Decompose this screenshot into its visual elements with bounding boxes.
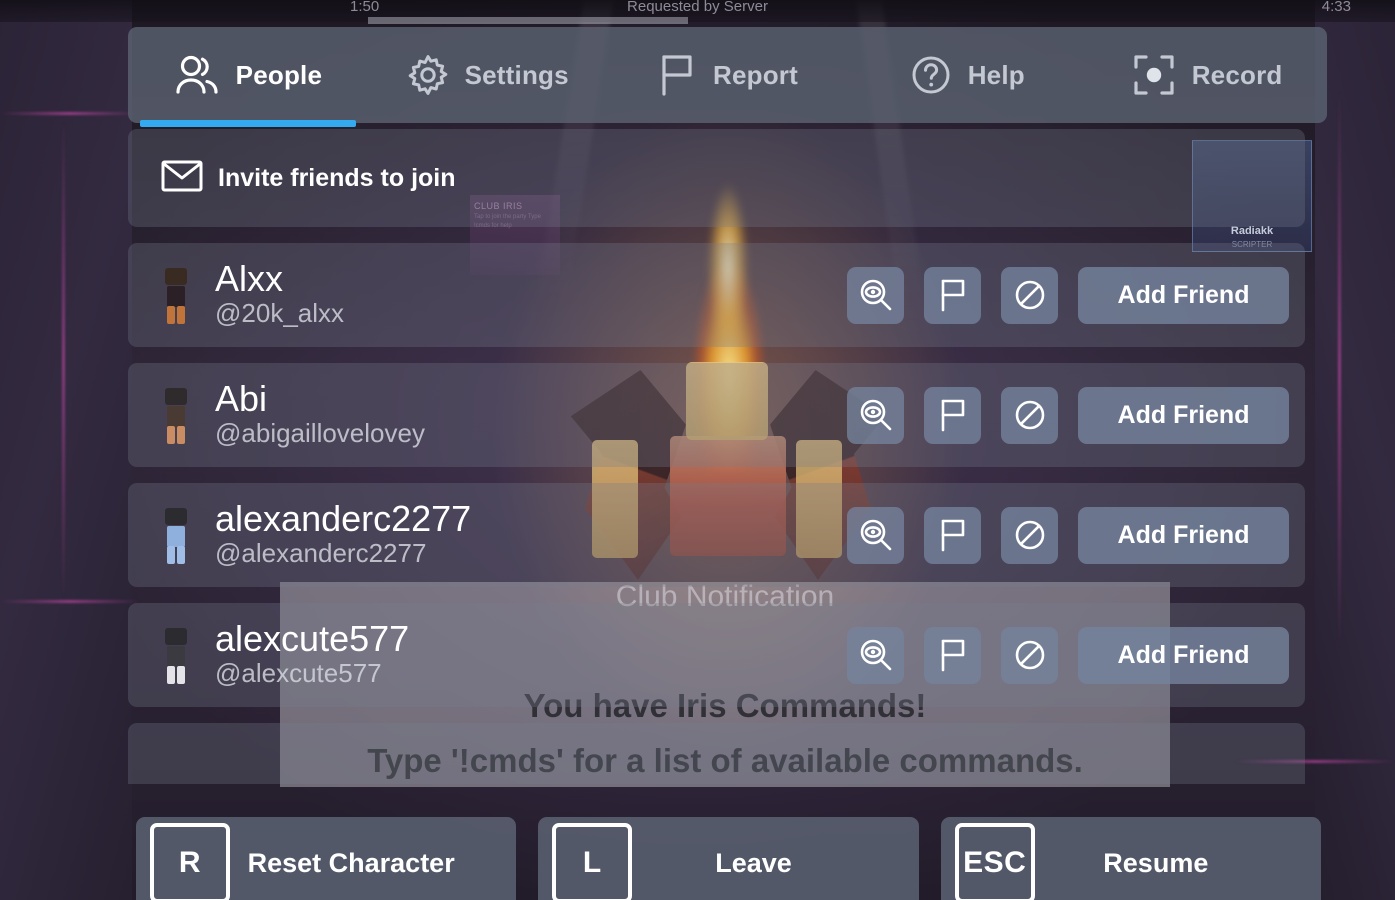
tab-report[interactable]: Report <box>608 27 848 123</box>
block-player-button[interactable] <box>1001 626 1058 684</box>
add-friend-button[interactable]: Add Friend <box>1078 266 1289 324</box>
report-player-button[interactable] <box>924 506 981 564</box>
tab-help[interactable]: Help <box>847 27 1087 123</box>
people-icon <box>174 54 220 96</box>
player-username: @20k_alxx <box>215 297 345 328</box>
player-names: Abi @abigaillovelovey <box>215 377 847 450</box>
avatar <box>156 504 196 566</box>
player-display-name: Abi <box>215 377 268 419</box>
hud-time-total: 4:33 <box>1321 0 1351 15</box>
add-friend-button[interactable]: Add Friend <box>1078 506 1289 564</box>
tab-label: Report <box>713 59 798 90</box>
gear-icon <box>407 54 449 96</box>
game-screen: CLUB IRIS Tap to join the party Type !cm… <box>0 0 1395 900</box>
report-player-button[interactable] <box>924 386 981 444</box>
menu-bottom-bar: R Reset Character L Leave ESC Resume <box>136 817 1321 900</box>
player-names: Alxx @20k_alxx <box>215 257 847 330</box>
block-player-button[interactable] <box>1001 386 1058 444</box>
reset-character-label: Reset Character <box>247 847 455 878</box>
report-player-button[interactable] <box>924 626 981 684</box>
player-names: alexcute577 @alexcute577 <box>215 617 847 690</box>
avatar <box>156 264 196 326</box>
add-friend-label: Add Friend <box>1117 520 1250 549</box>
key-label: R <box>178 846 202 879</box>
invite-friends-label: Invite friends to join <box>218 163 456 192</box>
tab-label: Settings <box>464 59 569 90</box>
leave-label: Leave <box>715 847 792 878</box>
add-friend-label: Add Friend <box>1117 640 1250 669</box>
tab-active-underline <box>140 120 356 127</box>
key-label: L <box>582 846 602 879</box>
tab-label: People <box>235 59 323 90</box>
record-icon <box>1132 53 1176 97</box>
add-friend-button[interactable]: Add Friend <box>1078 626 1289 684</box>
inspect-avatar-button[interactable] <box>847 386 904 444</box>
add-friend-label: Add Friend <box>1117 280 1250 309</box>
player-actions: Add Friend <box>847 266 1289 324</box>
tab-settings[interactable]: Settings <box>368 27 608 123</box>
avatar <box>156 624 196 686</box>
flag-icon <box>657 53 697 97</box>
escape-menu: People Settings Report Help Record Invit… <box>128 27 1327 900</box>
player-username: @abigaillovelovey <box>215 417 425 448</box>
key-hint: R <box>150 823 230 900</box>
tab-label: Record <box>1191 59 1283 90</box>
scene-wall-left <box>0 0 132 900</box>
hud-progress-bar <box>368 17 688 24</box>
add-friend-button[interactable]: Add Friend <box>1078 386 1289 444</box>
invite-friends-row[interactable]: Invite friends to join <box>128 129 1305 227</box>
leave-button[interactable]: L Leave <box>538 817 919 900</box>
key-hint: L <box>552 823 633 900</box>
player-actions: Add Friend <box>847 386 1289 444</box>
player-display-name: alexanderc2277 <box>215 497 472 539</box>
report-player-button[interactable] <box>924 266 981 324</box>
envelope-icon <box>161 160 203 197</box>
player-row[interactable]: Alxx @20k_alxx Add Friend <box>128 243 1305 347</box>
tab-people[interactable]: People <box>128 27 368 127</box>
player-display-name: Alxx <box>215 257 284 299</box>
resume-button[interactable]: ESC Resume <box>940 817 1321 900</box>
resume-label: Resume <box>1103 847 1209 878</box>
neon-strip <box>1338 90 1341 650</box>
key-label: ESC <box>963 846 1027 879</box>
game-hud-bar: 1:50 Requested by Server 4:33 <box>0 0 1395 24</box>
player-username: @alexanderc2277 <box>215 537 427 568</box>
player-display-name: alexcute577 <box>215 617 410 659</box>
menu-tab-bar: People Settings Report Help Record <box>128 27 1327 127</box>
key-hint: ESC <box>954 823 1035 900</box>
player-username: @alexcute577 <box>215 657 382 688</box>
neon-strip <box>62 120 65 600</box>
scene-wall-right <box>1315 0 1395 900</box>
player-actions: Add Friend <box>847 506 1289 564</box>
reset-character-button[interactable]: R Reset Character <box>136 817 517 900</box>
people-list[interactable]: Invite friends to join Alxx @20k_alxx Ad… <box>128 129 1327 784</box>
neon-strip <box>0 600 140 603</box>
player-row[interactable]: alexcute577 @alexcute577 Add Friend <box>128 603 1305 707</box>
tab-label: Help <box>967 59 1025 90</box>
player-row-partial[interactable] <box>128 723 1305 784</box>
player-row[interactable]: Abi @abigaillovelovey Add Friend <box>128 363 1305 467</box>
inspect-avatar-button[interactable] <box>847 506 904 564</box>
inspect-avatar-button[interactable] <box>847 266 904 324</box>
tab-record[interactable]: Record <box>1087 27 1327 123</box>
add-friend-label: Add Friend <box>1117 400 1250 429</box>
neon-strip <box>0 112 140 115</box>
avatar <box>156 384 196 446</box>
block-player-button[interactable] <box>1001 266 1058 324</box>
block-player-button[interactable] <box>1001 506 1058 564</box>
player-row[interactable]: alexanderc2277 @alexanderc2277 Add Frien… <box>128 483 1305 587</box>
inspect-avatar-button[interactable] <box>847 626 904 684</box>
player-names: alexanderc2277 @alexanderc2277 <box>215 497 847 570</box>
hud-center-label: Requested by Server <box>627 0 768 15</box>
player-actions: Add Friend <box>847 626 1289 684</box>
question-icon <box>910 54 952 96</box>
